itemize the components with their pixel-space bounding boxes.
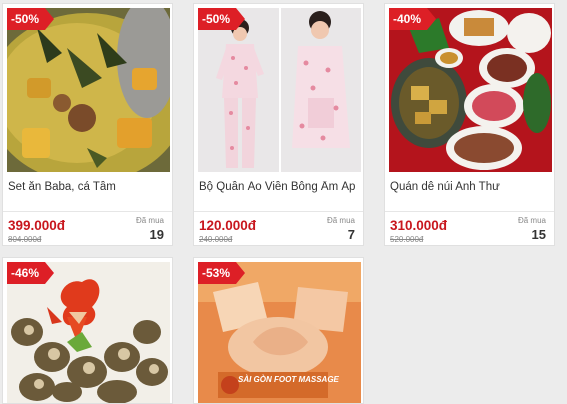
sold-label: Đã mua [135, 216, 164, 225]
product-image[interactable]: -46% [7, 262, 170, 403]
product-card[interactable]: SÀI GÒN FOOT MASSAGE -53% [193, 257, 364, 404]
product-image[interactable]: -40% [389, 8, 552, 172]
product-card[interactable]: -50% Bộ Quần Áo Viền Bông Ấm Áp 120.000đ… [193, 3, 364, 246]
product-price: 399.000đ [8, 218, 66, 233]
sold-count: 15 [531, 227, 546, 242]
sold-label: Đã mua [326, 216, 355, 225]
original-price: 520.000đ [390, 235, 424, 244]
sold-count: 19 [149, 227, 164, 242]
discount-badge: -40% [389, 8, 436, 30]
discount-badge: -50% [198, 8, 245, 30]
divider [194, 211, 363, 212]
product-card[interactable]: -50% Set ăn Baba, cá Tầm 399.000đ 804.00… [2, 3, 173, 246]
photo-caption: SÀI GÒN FOOT MASSAGE [238, 375, 339, 384]
product-title[interactable]: Set ăn Baba, cá Tầm [8, 181, 168, 193]
divider [385, 211, 554, 212]
product-image[interactable]: SÀI GÒN FOOT MASSAGE -53% [198, 262, 361, 403]
original-price: 804.000đ [8, 235, 42, 244]
product-card[interactable]: -46% [2, 257, 173, 404]
discount-badge: -46% [7, 262, 54, 284]
discount-badge: -50% [7, 8, 54, 30]
divider [3, 211, 172, 212]
sold-count: 7 [347, 227, 355, 242]
sold-label: Đã mua [517, 216, 546, 225]
product-image[interactable]: -50% [7, 8, 170, 172]
product-card[interactable]: -40% Quán dê núi Anh Thư 310.000đ 520.00… [384, 3, 555, 246]
product-price: 310.000đ [390, 218, 448, 233]
original-price: 240.000đ [199, 235, 233, 244]
discount-badge: -53% [198, 262, 245, 284]
product-title[interactable]: Bộ Quần Áo Viền Bông Ấm Áp [199, 181, 359, 193]
product-price: 120.000đ [199, 218, 257, 233]
product-title[interactable]: Quán dê núi Anh Thư [390, 181, 550, 193]
product-image[interactable]: -50% [198, 8, 361, 172]
